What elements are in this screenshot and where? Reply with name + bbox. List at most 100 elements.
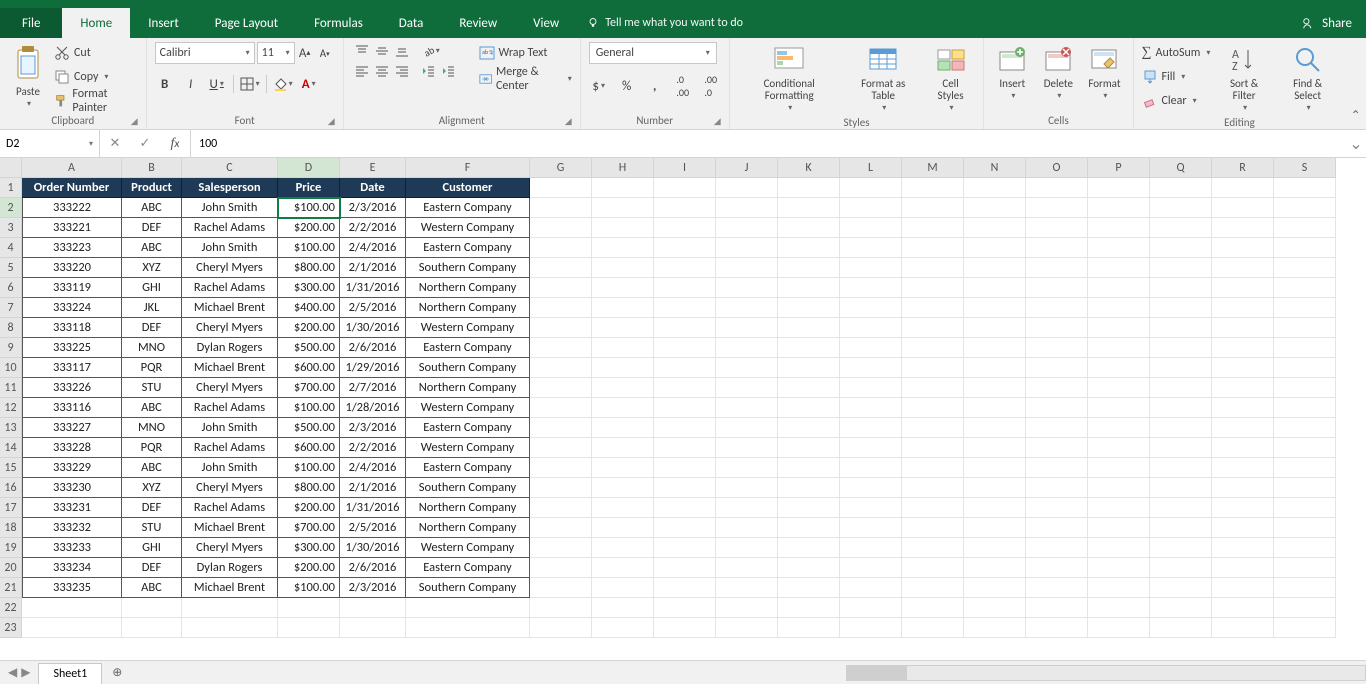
empty-cell[interactable] [1026,358,1088,378]
table-cell[interactable]: Northern Company [406,498,530,518]
empty-cell[interactable] [530,358,592,378]
collapse-ribbon-button[interactable]: ⌃ [1345,38,1366,129]
empty-cell[interactable] [1088,358,1150,378]
table-cell[interactable]: $200.00 [278,318,340,338]
column-header[interactable]: E [340,158,406,178]
empty-cell[interactable] [530,458,592,478]
table-cell[interactable]: Western Company [406,218,530,238]
sheet-tab[interactable]: Sheet1 [38,663,102,684]
empty-cell[interactable] [902,258,964,278]
table-cell[interactable]: 2/7/2016 [340,378,406,398]
empty-cell[interactable] [778,458,840,478]
table-cell[interactable]: $300.00 [278,538,340,558]
table-cell[interactable]: 333234 [22,558,122,578]
column-header[interactable]: K [778,158,840,178]
cell-styles-button[interactable]: Cell Styles▾ [926,42,976,115]
table-cell[interactable]: 333224 [22,298,122,318]
empty-cell[interactable] [964,178,1026,198]
empty-cell[interactable] [592,618,654,638]
empty-cell[interactable] [1212,318,1274,338]
empty-cell[interactable] [902,598,964,618]
empty-cell[interactable] [778,578,840,598]
table-cell[interactable]: 333226 [22,378,122,398]
enter-formula-button[interactable]: ✓ [130,136,160,151]
table-cell[interactable]: Eastern Company [406,418,530,438]
empty-cell[interactable] [22,618,122,638]
empty-cell[interactable] [1274,478,1336,498]
empty-cell[interactable] [778,338,840,358]
empty-cell[interactable] [716,618,778,638]
table-cell[interactable]: Northern Company [406,378,530,398]
tab-insert[interactable]: Insert [130,8,197,38]
empty-cell[interactable] [1088,518,1150,538]
empty-cell[interactable] [1212,598,1274,618]
row-header[interactable]: 4 [0,238,22,258]
empty-cell[interactable] [840,298,902,318]
table-cell[interactable]: 333220 [22,258,122,278]
table-cell[interactable]: PQR [122,358,182,378]
empty-cell[interactable] [530,498,592,518]
empty-cell[interactable] [964,458,1026,478]
table-cell[interactable]: Eastern Company [406,198,530,218]
empty-cell[interactable] [1088,198,1150,218]
empty-cell[interactable] [902,338,964,358]
delete-cells-button[interactable]: Delete▾ [1038,42,1078,103]
empty-cell[interactable] [1274,258,1336,278]
column-header[interactable]: O [1026,158,1088,178]
table-header-cell[interactable]: Customer [406,178,530,198]
empty-cell[interactable] [902,198,964,218]
empty-cell[interactable] [654,198,716,218]
empty-cell[interactable] [840,618,902,638]
empty-cell[interactable] [1026,518,1088,538]
empty-cell[interactable] [592,358,654,378]
empty-cell[interactable] [592,418,654,438]
empty-cell[interactable] [1088,378,1150,398]
empty-cell[interactable] [1274,338,1336,358]
table-cell[interactable]: 2/6/2016 [340,558,406,578]
table-cell[interactable]: 1/29/2016 [340,358,406,378]
empty-cell[interactable] [964,318,1026,338]
table-cell[interactable]: STU [122,518,182,538]
empty-cell[interactable] [1212,238,1274,258]
empty-cell[interactable] [530,438,592,458]
table-cell[interactable]: Rachel Adams [182,218,278,238]
merge-center-button[interactable]: Merge & Center▾ [479,68,572,90]
empty-cell[interactable] [840,418,902,438]
table-cell[interactable]: John Smith [182,458,278,478]
empty-cell[interactable] [1212,558,1274,578]
empty-cell[interactable] [1274,578,1336,598]
empty-cell[interactable] [1212,258,1274,278]
table-cell[interactable]: $100.00 [278,458,340,478]
table-cell[interactable]: Rachel Adams [182,398,278,418]
dialog-launcher-icon[interactable]: ◢ [328,116,335,127]
empty-cell[interactable] [592,458,654,478]
font-name-combo[interactable]: Calibri▾ [155,42,255,64]
column-header[interactable]: H [592,158,654,178]
format-cells-button[interactable]: Format▾ [1084,42,1124,103]
empty-cell[interactable] [716,178,778,198]
empty-cell[interactable] [1150,518,1212,538]
table-cell[interactable]: 2/4/2016 [340,238,406,258]
empty-cell[interactable] [1212,618,1274,638]
table-cell[interactable]: STU [122,378,182,398]
table-cell[interactable]: 2/1/2016 [340,258,406,278]
empty-cell[interactable] [182,598,278,618]
empty-cell[interactable] [654,398,716,418]
empty-cell[interactable] [530,178,592,198]
table-cell[interactable]: $100.00 [278,238,340,258]
table-cell[interactable]: Western Company [406,398,530,418]
empty-cell[interactable] [902,438,964,458]
empty-cell[interactable] [530,598,592,618]
empty-cell[interactable] [778,618,840,638]
row-header[interactable]: 10 [0,358,22,378]
italic-button[interactable]: I [181,74,201,94]
empty-cell[interactable] [1150,338,1212,358]
empty-cell[interactable] [530,398,592,418]
empty-cell[interactable] [716,558,778,578]
table-cell[interactable]: Eastern Company [406,558,530,578]
empty-cell[interactable] [716,518,778,538]
increase-decimal-button[interactable]: .0.00 [673,76,693,96]
empty-cell[interactable] [1088,438,1150,458]
table-cell[interactable]: Michael Brent [182,518,278,538]
table-cell[interactable]: Cheryl Myers [182,378,278,398]
